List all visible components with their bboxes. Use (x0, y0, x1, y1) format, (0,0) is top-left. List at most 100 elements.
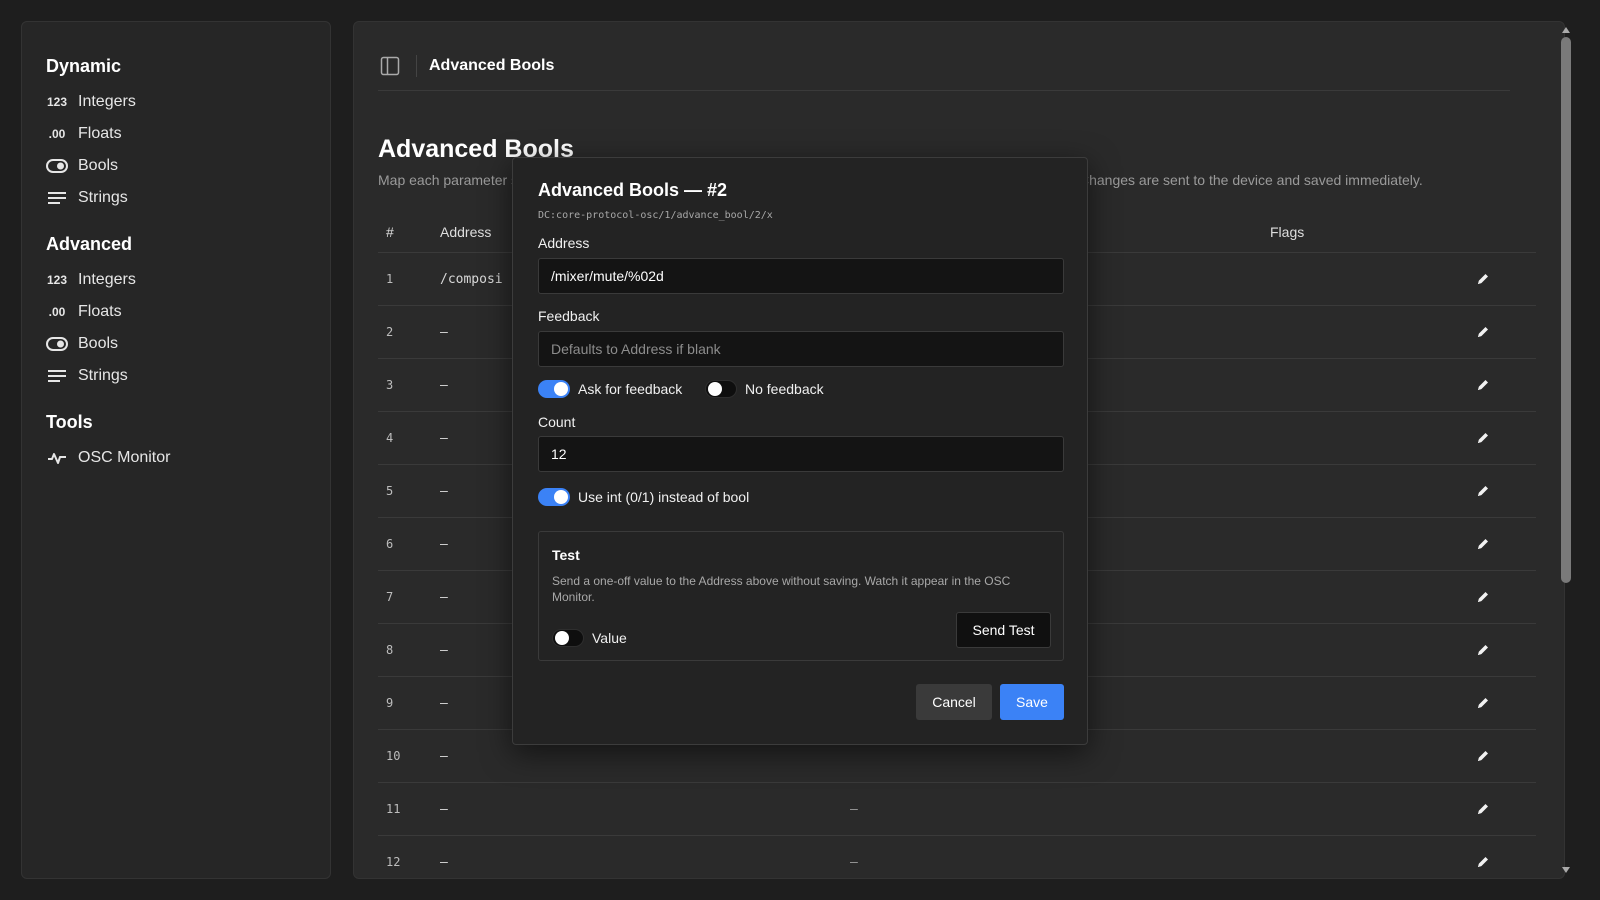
scrollbar[interactable] (1560, 21, 1572, 879)
edit-row-button[interactable] (1474, 853, 1492, 871)
no-feedback-toggle[interactable]: No feedback (705, 380, 824, 398)
edit-row-button[interactable] (1474, 747, 1492, 765)
sidebar-item-dynamic-bools[interactable]: Bools (46, 150, 306, 182)
row-address: – (440, 748, 448, 764)
sidebar: Dynamic 123 Integers .00 Floats Bools St… (21, 21, 331, 879)
sidebar-item-advanced-integers[interactable]: 123 Integers (46, 264, 306, 296)
numbers-icon: 123 (46, 273, 68, 287)
edit-row-button[interactable] (1474, 588, 1492, 606)
sidebar-item-label: OSC Monitor (78, 449, 171, 466)
sidebar-item-label: Bools (78, 157, 119, 174)
edit-row-button[interactable] (1474, 535, 1492, 553)
column-header-flags: Flags (1270, 224, 1305, 240)
pencil-icon (1478, 539, 1488, 549)
text-lines-icon (46, 369, 68, 383)
toggle-icon (46, 337, 68, 351)
sidebar-item-dynamic-integers[interactable]: 123 Integers (46, 86, 306, 118)
sidebar-item-label: Floats (78, 303, 122, 320)
numbers-icon: 123 (46, 95, 68, 109)
row-number: 7 (386, 590, 394, 604)
ask-feedback-toggle[interactable]: Ask for feedback (538, 380, 682, 398)
sidebar-item-label: Bools (78, 335, 119, 352)
table-row: 11 – – (378, 783, 1536, 836)
decimal-icon: .00 (48, 305, 66, 319)
row-number: 12 (386, 855, 401, 869)
test-description: Send a one-off value to the Address abov… (552, 574, 1011, 604)
pencil-icon (1478, 486, 1488, 496)
test-section: Test Send a one-off value to the Address… (538, 531, 1064, 661)
row-feedback: – (850, 801, 858, 817)
row-number: 8 (386, 643, 394, 657)
send-test-button[interactable]: Send Test (956, 612, 1051, 648)
address-label: Address (538, 235, 590, 251)
row-address: – (440, 854, 448, 870)
text-lines-icon (46, 191, 68, 205)
sidebar-item-dynamic-strings[interactable]: Strings (46, 182, 306, 214)
cancel-button[interactable]: Cancel (916, 684, 992, 720)
sidebar-item-dynamic-floats[interactable]: .00 Floats (46, 118, 306, 150)
address-input[interactable] (538, 258, 1064, 294)
count-label: Count (538, 414, 576, 430)
row-number: 6 (386, 537, 394, 551)
table-row: 12 – – (378, 836, 1536, 878)
sidebar-section-title: Tools (46, 412, 93, 432)
pencil-icon (1478, 274, 1488, 284)
pencil-icon (1478, 804, 1488, 814)
sidebar-item-osc-monitor[interactable]: OSC Monitor (46, 442, 306, 474)
test-title: Test (552, 547, 580, 563)
row-number: 4 (386, 431, 394, 445)
row-address: – (440, 801, 448, 817)
top-bar: Advanced Bools (378, 42, 1510, 91)
activity-icon (46, 451, 68, 465)
toggle-switch-off (552, 629, 584, 647)
count-input[interactable] (538, 436, 1064, 472)
sidebar-item-label: Strings (78, 367, 128, 384)
sidebar-panel-icon (380, 56, 400, 76)
sidebar-section-tools: Tools OSC Monitor (46, 412, 306, 474)
dialog-title: Advanced Bools — #2 (538, 180, 728, 200)
row-number: 2 (386, 325, 394, 339)
divider (416, 55, 417, 77)
toggle-switch-off (705, 380, 737, 398)
edit-row-button[interactable] (1474, 376, 1492, 394)
row-number: 3 (386, 378, 394, 392)
edit-row-button[interactable] (1474, 323, 1492, 341)
toggle-sidebar-button[interactable] (378, 54, 402, 78)
pencil-icon (1478, 645, 1488, 655)
row-feedback: – (850, 854, 858, 870)
sidebar-item-label: Floats (78, 125, 122, 142)
page-description: Map each parameter s Changes are sent to… (378, 172, 1423, 188)
sidebar-item-advanced-bools[interactable]: Bools (46, 328, 306, 360)
row-number: 1 (386, 272, 394, 286)
edit-row-button[interactable] (1474, 482, 1492, 500)
row-number: 9 (386, 696, 394, 710)
edit-row-button[interactable] (1474, 694, 1492, 712)
sidebar-item-label: Integers (78, 93, 136, 110)
row-number: 10 (386, 749, 401, 763)
edit-row-button[interactable] (1474, 641, 1492, 659)
sidebar-item-label: Strings (78, 189, 128, 206)
test-value-toggle[interactable]: Value (552, 629, 627, 647)
page-description-left: Map each parameter s (378, 172, 519, 188)
pencil-icon (1478, 327, 1488, 337)
scroll-thumb[interactable] (1561, 37, 1571, 583)
use-int-label: Use int (0/1) instead of bool (578, 489, 750, 505)
sidebar-item-advanced-strings[interactable]: Strings (46, 360, 306, 392)
breadcrumb: Advanced Bools (429, 57, 555, 74)
edit-row-button[interactable] (1474, 270, 1492, 288)
edit-row-button[interactable] (1474, 429, 1492, 447)
scroll-down-arrow[interactable] (1562, 867, 1570, 873)
edit-row-button[interactable] (1474, 800, 1492, 818)
scroll-up-arrow[interactable] (1562, 27, 1570, 33)
pencil-icon (1478, 380, 1488, 390)
use-int-toggle[interactable]: Use int (0/1) instead of bool (538, 488, 749, 506)
pencil-icon (1478, 857, 1488, 867)
row-number: 5 (386, 484, 394, 498)
feedback-input[interactable] (538, 331, 1064, 367)
sidebar-item-advanced-floats[interactable]: .00 Floats (46, 296, 306, 328)
decimal-icon: .00 (48, 127, 66, 141)
test-value-label: Value (592, 630, 627, 646)
edit-dialog: Advanced Bools — #2 DC:core-protocol-osc… (512, 157, 1088, 745)
row-number: 11 (386, 802, 401, 816)
save-button[interactable]: Save (1000, 684, 1064, 720)
